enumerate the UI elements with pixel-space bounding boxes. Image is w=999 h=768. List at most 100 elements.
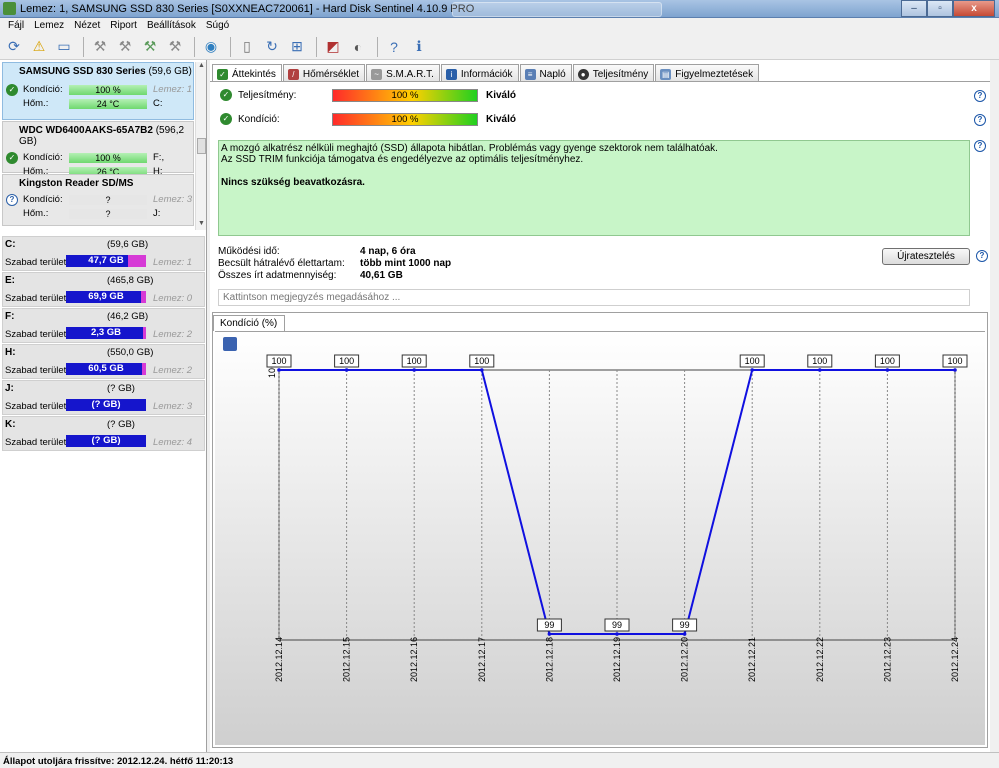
toolbar-separator bbox=[377, 36, 378, 57]
info-icon[interactable]: ℹ bbox=[408, 36, 430, 58]
chart-icon[interactable]: ◩ bbox=[322, 36, 344, 58]
scroll-down-icon[interactable]: ▼ bbox=[196, 220, 207, 230]
free-space-bar: 69,9 GB bbox=[66, 291, 146, 303]
app-icon bbox=[3, 2, 16, 15]
menu-view[interactable]: Nézet bbox=[70, 18, 106, 34]
check-icon: ✓ bbox=[220, 113, 232, 125]
x-tick-label: 2012.12.16 bbox=[409, 637, 419, 682]
warning-icon[interactable]: ⚠ bbox=[28, 36, 50, 58]
tab-information[interactable]: i Információk bbox=[440, 64, 519, 81]
data-point bbox=[412, 368, 416, 372]
minimize-button[interactable]: – bbox=[901, 0, 927, 17]
used-space-fill bbox=[143, 327, 146, 339]
x-tick-label: 2012.12.19 bbox=[612, 637, 622, 682]
tool-icon[interactable]: ⚒ bbox=[114, 36, 136, 58]
menu-disk[interactable]: Lemez bbox=[30, 18, 70, 34]
partition-j[interactable]: J: (? GB) Szabad terület (? GB) Lemez: 3 bbox=[2, 380, 205, 415]
tab-temperature[interactable]: / Hőmérséklet bbox=[282, 64, 366, 81]
retest-button[interactable]: Újratesztelés bbox=[882, 248, 970, 265]
refresh-icon[interactable]: ⟳ bbox=[3, 36, 25, 58]
x-tick-label: 2012.12.24 bbox=[950, 637, 960, 682]
data-label: 100 bbox=[407, 356, 422, 366]
disk-card-kingston[interactable]: Kingston Reader SD/MS ? Kondíció: ? Leme… bbox=[2, 174, 194, 226]
question-icon: ? bbox=[6, 194, 18, 206]
data-point bbox=[344, 368, 349, 372]
data-label: 100 bbox=[947, 356, 962, 366]
tool-check-icon[interactable]: ⚒ bbox=[139, 36, 161, 58]
toolbar-separator bbox=[194, 36, 195, 57]
toolbar-separator bbox=[230, 36, 231, 57]
data-label: 100 bbox=[271, 356, 286, 366]
menu-bar: Fájl Lemez Nézet Riport Beállítások Súgó bbox=[0, 18, 999, 34]
help-icon[interactable]: ? bbox=[974, 140, 986, 152]
menu-settings[interactable]: Beállítások bbox=[143, 18, 202, 34]
performance-icon: ● bbox=[577, 68, 589, 80]
used-space-fill bbox=[142, 363, 146, 375]
data-point bbox=[615, 632, 619, 636]
written-row: Összes írt adatmennyiség: 40,61 GB bbox=[218, 270, 403, 281]
tab-smart[interactable]: ~ S.M.A.R.T. bbox=[366, 64, 440, 81]
document-icon[interactable]: ▯ bbox=[236, 36, 258, 58]
menu-file[interactable]: Fájl bbox=[4, 18, 30, 34]
help-icon[interactable]: ? bbox=[974, 90, 986, 102]
close-button[interactable]: x bbox=[953, 0, 995, 17]
help-icon[interactable]: ? bbox=[383, 36, 405, 58]
scroll-thumb[interactable] bbox=[197, 138, 206, 154]
temp-bar: 24 °C bbox=[69, 99, 147, 109]
maximize-button[interactable]: ▫ bbox=[927, 0, 953, 17]
background-tab-ghost bbox=[452, 2, 662, 17]
partition-f[interactable]: F: (46,2 GB) Szabad terület 2,3 GB Lemez… bbox=[2, 308, 205, 343]
tab-overview[interactable]: ✓ Áttekintés bbox=[212, 64, 282, 82]
disk-card-samsung[interactable]: SAMSUNG SSD 830 Series (59,6 GB) ✓ Kondí… bbox=[2, 62, 194, 120]
toolbar-separator bbox=[316, 36, 317, 57]
condition-row: ✓ Kondíció: 100 % Kiváló bbox=[218, 112, 978, 128]
disk-list-scrollbar[interactable]: ▲ ▼ bbox=[195, 62, 206, 230]
help-icon[interactable]: ? bbox=[974, 114, 986, 126]
data-label: 99 bbox=[544, 620, 554, 630]
sync-icon[interactable]: ↻ bbox=[261, 36, 283, 58]
free-space-bar: (? GB) bbox=[66, 399, 146, 411]
disk-name: Kingston Reader SD/MS bbox=[19, 178, 134, 189]
windows-icon[interactable]: ⊞ bbox=[286, 36, 308, 58]
scroll-up-icon[interactable]: ▲ bbox=[196, 62, 207, 72]
menu-report[interactable]: Riport bbox=[106, 18, 143, 34]
note-input[interactable]: Kattintson megjegyzés megadásához ... bbox=[218, 289, 970, 306]
partition-c[interactable]: C: (59,6 GB) Szabad terület 47,7 GB Leme… bbox=[2, 236, 205, 271]
tab-alerts[interactable]: ▤ Figyelmeztetések bbox=[655, 64, 760, 81]
status-bar: Állapot utoljára frissítve: 2012.12.24. … bbox=[0, 752, 999, 768]
check-icon: ✓ bbox=[220, 89, 232, 101]
menu-help[interactable]: Súgó bbox=[202, 18, 235, 34]
data-point bbox=[750, 368, 754, 372]
data-label: 100 bbox=[812, 356, 827, 366]
thermometer-icon: / bbox=[287, 68, 299, 80]
free-space-bar: 60,5 GB bbox=[66, 363, 146, 375]
disk-icon[interactable]: ▭ bbox=[53, 36, 75, 58]
chart-panel: Kondíció (%) 2012.12.14 2012.12.15 2012.12… bbox=[212, 312, 988, 748]
disk-condition-row: ✓ Kondíció: 100 % Lemez: 1 bbox=[3, 83, 193, 97]
performance-row: ✓ Teljesítmény: 100 % Kiváló bbox=[218, 88, 978, 104]
globe-icon[interactable]: ◉ bbox=[200, 36, 222, 58]
toolbar: ⟳ ⚠ ▭ ⚒ ⚒ ⚒ ⚒ ◉ ▯ ↻ ⊞ ◩ ◐ ? ℹ bbox=[0, 34, 999, 60]
smart-icon: ~ bbox=[371, 68, 383, 80]
x-tick-label: 2012.12.14 bbox=[274, 637, 284, 682]
help-icon[interactable]: ? bbox=[976, 250, 988, 262]
data-label: 100 bbox=[880, 356, 895, 366]
window-title: Lemez: 1, SAMSUNG SSD 830 Series [S0XXNE… bbox=[20, 3, 475, 15]
partition-h[interactable]: H: (550,0 GB) Szabad terület 60,5 GB Lem… bbox=[2, 344, 205, 379]
partition-e[interactable]: E: (465,8 GB) Szabad terület 69,9 GB Lem… bbox=[2, 272, 205, 307]
partition-k[interactable]: K: (? GB) Szabad terület (? GB) Lemez: 4 bbox=[2, 416, 205, 451]
free-space-bar: 47,7 GB bbox=[66, 255, 146, 267]
tab-condition-chart[interactable]: Kondíció (%) bbox=[213, 315, 285, 331]
tab-performance[interactable]: ● Teljesítmény bbox=[572, 64, 655, 81]
left-panel: SAMSUNG SSD 830 Series (59,6 GB) ✓ Kondí… bbox=[0, 60, 207, 752]
speaker-icon[interactable]: ◐ bbox=[347, 36, 369, 58]
tool-x-icon[interactable]: ⚒ bbox=[164, 36, 186, 58]
status-message-line: A mozgó alkatrész nélküli meghajtó (SSD)… bbox=[221, 143, 718, 154]
condition-bar: 100 % bbox=[69, 85, 147, 95]
disk-card-wdc[interactable]: WDC WD6400AAKS-65A7B2 (596,2 GB) ✓ Kondí… bbox=[2, 121, 194, 177]
disk-condition-row: ✓ Kondíció: 100 % F:, bbox=[3, 151, 193, 165]
tool-icon[interactable]: ⚒ bbox=[89, 36, 111, 58]
disk-name: WDC WD6400AAKS-65A7B2 (596,2 GB) bbox=[19, 125, 185, 147]
check-icon: ✓ bbox=[6, 152, 18, 164]
tab-log[interactable]: ≡ Napló bbox=[519, 64, 572, 81]
